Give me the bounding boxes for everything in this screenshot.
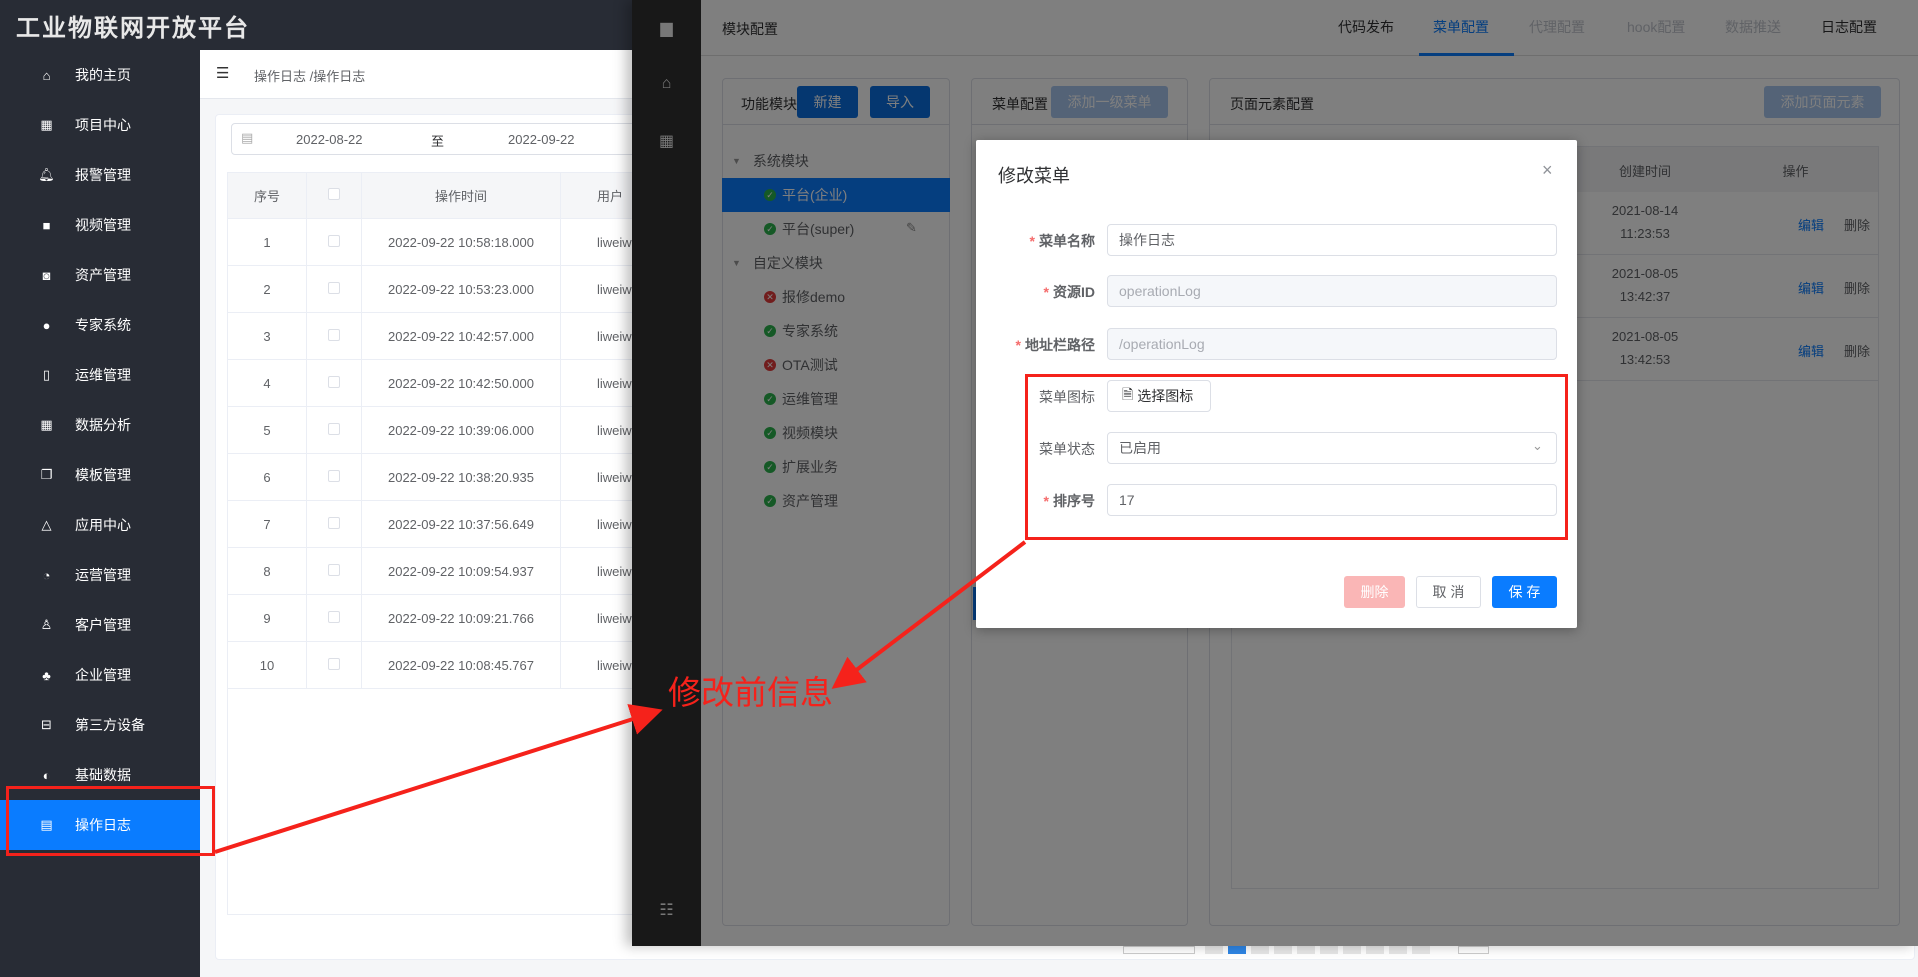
arrow-from-form: [831, 540, 1027, 689]
annotation-arrows: [214, 540, 1027, 854]
annotation-label: 修改前信息: [668, 674, 833, 711]
arrow-to-label: [214, 704, 663, 854]
